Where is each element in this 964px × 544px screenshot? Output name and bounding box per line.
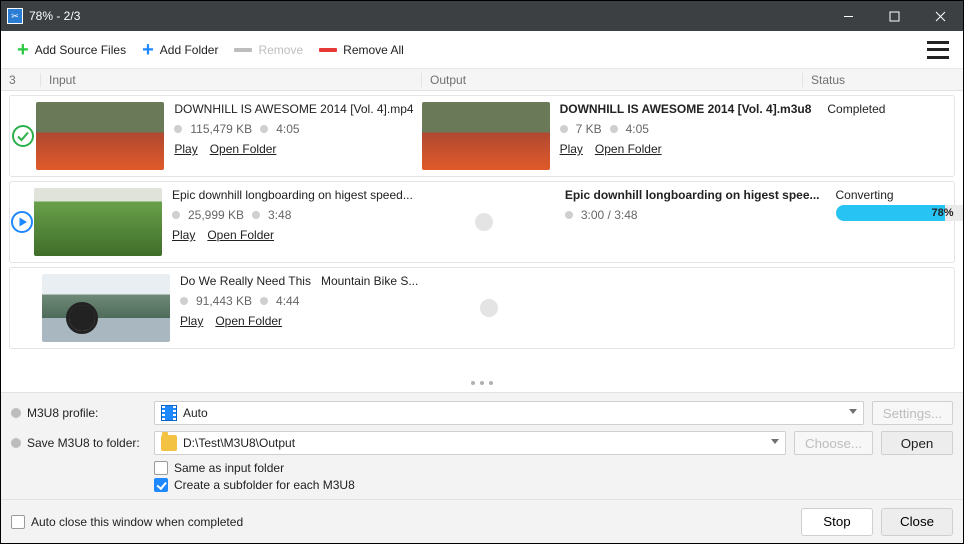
file-list: DOWNHILL IS AWESOME 2014 [Vol. 4].mp4 11… (1, 91, 963, 374)
app-icon: ✂ (7, 8, 23, 24)
input-filename: DOWNHILL IS AWESOME 2014 [Vol. 4].mp4 (174, 102, 413, 116)
plus-icon: + (17, 40, 29, 60)
window-title: 78% - 2/3 (29, 9, 825, 23)
play-link[interactable]: Play (174, 142, 197, 156)
movie-icon (161, 405, 177, 421)
dot-icon (180, 297, 188, 305)
input-meta: 115,479 KB 4:05 (174, 122, 413, 136)
close-window-button[interactable] (917, 1, 963, 31)
list-item[interactable]: DOWNHILL IS AWESOME 2014 [Vol. 4].mp4 11… (9, 95, 955, 177)
input-meta: 25,999 KB 3:48 (172, 208, 413, 222)
stop-button[interactable]: Stop (801, 508, 873, 536)
remove-button: Remove (226, 39, 311, 61)
chevron-down-icon (849, 409, 857, 414)
minus-icon (234, 48, 252, 52)
input-filename: Epic downhill longboarding on higest spe… (172, 188, 413, 202)
chevron-down-icon (771, 439, 779, 444)
column-header: 3 Input Output Status (1, 69, 963, 91)
list-item[interactable]: Epic downhill longboarding on higest spe… (9, 181, 955, 263)
output-thumbnail-placeholder (480, 299, 498, 317)
profile-dropdown[interactable]: Auto (154, 401, 864, 425)
col-status[interactable]: Status (803, 73, 963, 87)
output-meta: 7 KB 4:05 (560, 122, 812, 136)
progress-bar: 78% (836, 205, 963, 221)
open-folder-link[interactable]: Open Folder (595, 142, 662, 156)
output-meta: 3:00 / 3:48 (565, 208, 820, 222)
bottom-bar: Auto close this window when completed St… (1, 499, 963, 543)
status-text: Converting (836, 188, 963, 202)
folder-value: D:\Test\M3U8\Output (183, 436, 295, 450)
menu-icon[interactable] (927, 41, 949, 59)
status-converting-icon (10, 182, 34, 262)
output-thumbnail (422, 102, 550, 170)
dot-icon (172, 211, 180, 219)
titlebar: ✂ 78% - 2/3 (1, 1, 963, 31)
minimize-button[interactable] (825, 1, 871, 31)
dot-icon (560, 125, 568, 133)
dot-icon (174, 125, 182, 133)
remove-label: Remove (258, 43, 303, 57)
output-thumbnail-placeholder (475, 213, 493, 231)
col-output[interactable]: Output (422, 73, 803, 87)
autoclose-checkbox[interactable] (11, 515, 25, 529)
play-link[interactable]: Play (560, 142, 583, 156)
output-folder-dropdown[interactable]: D:\Test\M3U8\Output (154, 431, 786, 455)
col-input[interactable]: Input (41, 73, 422, 87)
profile-label: M3U8 profile: (27, 406, 98, 420)
list-item[interactable]: Do We Really Need This Mountain Bike S..… (9, 267, 955, 349)
add-source-files-label: Add Source Files (35, 43, 126, 57)
dot-icon (252, 211, 260, 219)
settings-button: Settings... (872, 401, 953, 425)
same-folder-checkbox[interactable] (154, 461, 168, 475)
dot-icon (260, 125, 268, 133)
close-button[interactable]: Close (881, 508, 953, 536)
toolbar: + Add Source Files + Add Folder Remove R… (1, 31, 963, 69)
subfolder-label: Create a subfolder for each M3U8 (174, 478, 355, 492)
output-filename: Epic downhill longboarding on higest spe… (565, 188, 820, 202)
folder-icon (161, 435, 177, 451)
maximize-button[interactable] (871, 1, 917, 31)
add-folder-label: Add Folder (160, 43, 219, 57)
resize-handle-icon[interactable] (1, 374, 963, 392)
profile-value: Auto (183, 406, 208, 420)
remove-all-label: Remove All (343, 43, 404, 57)
status-pending-icon (10, 268, 42, 348)
input-thumbnail (34, 188, 162, 256)
add-folder-button[interactable]: + Add Folder (134, 36, 226, 64)
bullet-icon (11, 408, 21, 418)
input-meta: 91,443 KB 4:44 (180, 294, 418, 308)
minus-icon (319, 48, 337, 52)
status-text: Completed (827, 102, 946, 116)
input-thumbnail (42, 274, 170, 342)
status-completed-icon (10, 96, 36, 176)
open-folder-link[interactable]: Open Folder (215, 314, 282, 328)
same-folder-label: Same as input folder (174, 461, 284, 475)
input-filename: Do We Really Need This Mountain Bike S..… (180, 274, 418, 288)
output-filename: DOWNHILL IS AWESOME 2014 [Vol. 4].m3u8 (560, 102, 812, 116)
play-link[interactable]: Play (180, 314, 203, 328)
open-folder-link[interactable]: Open Folder (210, 142, 277, 156)
open-folder-link[interactable]: Open Folder (207, 228, 274, 242)
settings-panel: M3U8 profile: Auto Settings... Save M3U8… (1, 392, 963, 499)
input-thumbnail (36, 102, 164, 170)
remove-all-button[interactable]: Remove All (311, 39, 412, 61)
autoclose-label: Auto close this window when completed (31, 515, 243, 529)
add-source-files-button[interactable]: + Add Source Files (9, 36, 134, 64)
col-count: 3 (1, 73, 41, 87)
folder-label: Save M3U8 to folder: (27, 436, 140, 450)
play-link[interactable]: Play (172, 228, 195, 242)
progress-percent: 78% (836, 205, 954, 221)
dot-icon (260, 297, 268, 305)
dot-icon (565, 211, 573, 219)
choose-button: Choose... (794, 431, 873, 455)
subfolder-checkbox[interactable] (154, 478, 168, 492)
bullet-icon (11, 438, 21, 448)
plus-icon: + (142, 40, 154, 60)
open-folder-button[interactable]: Open (881, 431, 953, 455)
dot-icon (610, 125, 618, 133)
